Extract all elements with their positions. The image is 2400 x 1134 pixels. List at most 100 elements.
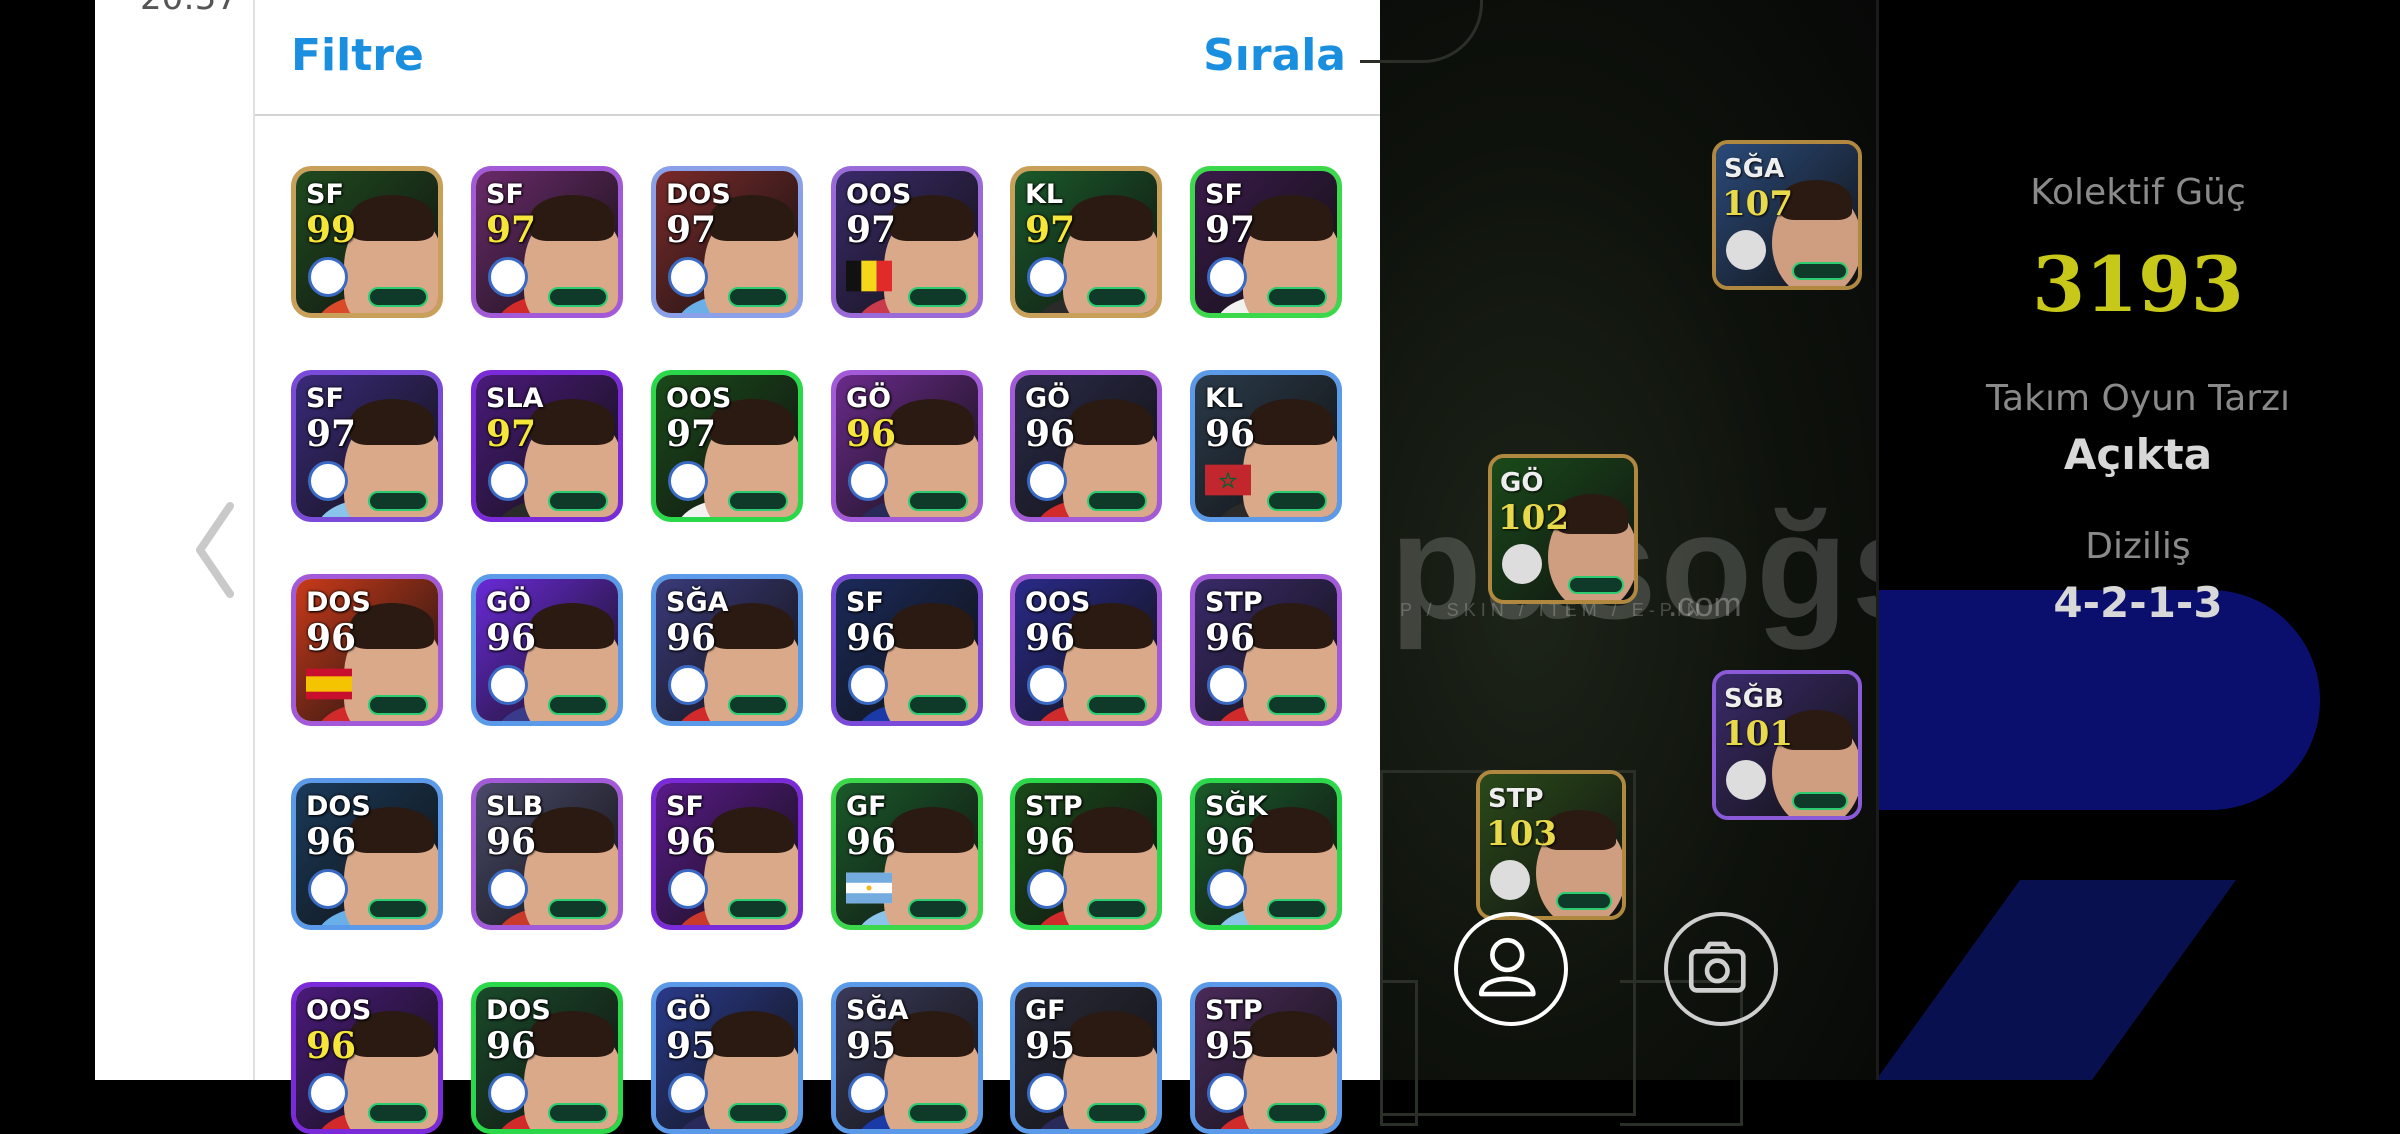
card-position: GF [1025,995,1066,1026]
card-rating: 96 [486,617,537,659]
player-card[interactable]: STP 95 [1190,982,1342,1134]
belgium-flag-icon [846,260,892,292]
card-position: SĞK [1205,791,1268,822]
player-card[interactable]: OOS 97 [831,166,983,318]
card-position: GÖ [1025,383,1071,414]
player-card[interactable]: STP 96 [1010,778,1162,930]
boost-indicator-icon [368,1103,428,1123]
card-position: SF [666,791,704,822]
player-hair [350,195,434,241]
player-hair [890,807,974,853]
player-card[interactable]: SF 97 [291,370,443,522]
player-card[interactable]: DOS 97 [651,166,803,318]
player-card[interactable]: GÖ 95 [651,982,803,1134]
club-badge-icon [308,257,348,297]
card-position: SĞA [666,587,729,618]
player-card[interactable]: DOS 96 [291,574,443,726]
card-rating: 96 [1205,821,1256,863]
formation-value: 4-2-1-3 [2053,578,2223,627]
formation-player-card[interactable]: STP 103 [1476,770,1626,920]
player-card[interactable]: GF 96 [831,778,983,930]
player-card[interactable]: SF 97 [471,166,623,318]
boost-indicator-icon [908,899,968,919]
card-rating: 96 [666,617,717,659]
club-badge-icon [1726,760,1766,800]
boost-indicator-icon [1087,695,1147,715]
player-hair [530,603,614,649]
player-card[interactable]: DOS 96 [471,982,623,1134]
player-card[interactable]: KL 97 [1010,166,1162,318]
club-badge-icon [668,665,708,705]
player-card[interactable]: SF 97 [1190,166,1342,318]
morocco-flag-icon [1205,464,1251,496]
boost-indicator-icon [908,287,968,307]
chevron-left-icon[interactable] [192,500,238,600]
boost-indicator-icon [548,491,608,511]
card-rating: 103 [1486,814,1557,854]
card-rating: 97 [666,209,717,251]
boost-indicator-icon [728,1103,788,1123]
player-card[interactable]: OOS 97 [651,370,803,522]
card-rating: 95 [666,1025,717,1067]
boost-indicator-icon [728,287,788,307]
card-rating: 97 [1205,209,1256,251]
card-position: STP [1205,995,1263,1026]
boost-indicator-icon [908,491,968,511]
player-card[interactable]: OOS 96 [291,982,443,1134]
player-card[interactable]: SF 99 [291,166,443,318]
card-rating: 95 [1205,1025,1256,1067]
card-rating: 97 [306,413,357,455]
club-badge-icon [1490,860,1530,900]
card-position: KL [1205,383,1244,414]
left-black-strip [0,0,95,1080]
player-card[interactable]: GÖ 96 [1010,370,1162,522]
card-position: STP [1205,587,1263,618]
club-badge-icon [308,869,348,909]
formation-player-card[interactable]: SĞA 107 [1712,140,1862,290]
player-card[interactable]: SLA 97 [471,370,623,522]
card-rating: 96 [1025,821,1076,863]
formation-player-card[interactable]: SĞB 101 [1712,670,1862,820]
filter-button[interactable]: Filtre [291,30,424,81]
club-badge-icon [1502,544,1542,584]
player-card[interactable]: SĞA 95 [831,982,983,1134]
player-card[interactable]: SF 96 [831,574,983,726]
club-badge-icon [308,461,348,501]
card-rating: 97 [666,413,717,455]
sort-button[interactable]: Sırala [1203,30,1346,81]
formation-player-card[interactable]: GÖ 102 [1488,454,1638,604]
player-card[interactable]: DOS 96 [291,778,443,930]
card-position: OOS [306,995,372,1026]
club-badge-icon [668,257,708,297]
boost-indicator-icon [1267,1103,1327,1123]
player-card[interactable]: KL 96 [1190,370,1342,522]
pitch-line [1380,980,1418,1126]
player-profile-button[interactable] [1454,912,1568,1026]
player-selection-panel: Filtre Sırala SF 99 SF 97 DOS 97 OOS 97 KL 97 SF 97… [253,0,1382,1134]
player-card[interactable]: SLB 96 [471,778,623,930]
player-card[interactable]: SĞA 96 [651,574,803,726]
club-badge-icon [1726,230,1766,270]
card-rating: 99 [306,209,357,251]
player-card[interactable]: GÖ 96 [471,574,623,726]
camera-button[interactable] [1664,912,1778,1026]
player-card[interactable]: SĞK 96 [1190,778,1342,930]
boost-indicator-icon [728,695,788,715]
player-card[interactable]: SF 96 [651,778,803,930]
card-rating: 97 [1025,209,1076,251]
player-card[interactable]: OOS 96 [1010,574,1162,726]
player-card[interactable]: GÖ 96 [831,370,983,522]
card-position: SĞB [1724,684,1784,714]
watermark-domain: .com [1668,586,1742,624]
club-badge-icon [1207,1073,1247,1113]
player-card[interactable]: GF 95 [1010,982,1162,1134]
card-position: KL [1025,179,1064,210]
player-hair [1249,399,1333,445]
card-position: SF [846,587,884,618]
card-position: DOS [486,995,551,1026]
boost-indicator-icon [548,287,608,307]
player-card[interactable]: STP 96 [1190,574,1342,726]
boost-indicator-icon [1087,899,1147,919]
boost-indicator-icon [1568,576,1624,594]
card-position: SLB [486,791,544,822]
